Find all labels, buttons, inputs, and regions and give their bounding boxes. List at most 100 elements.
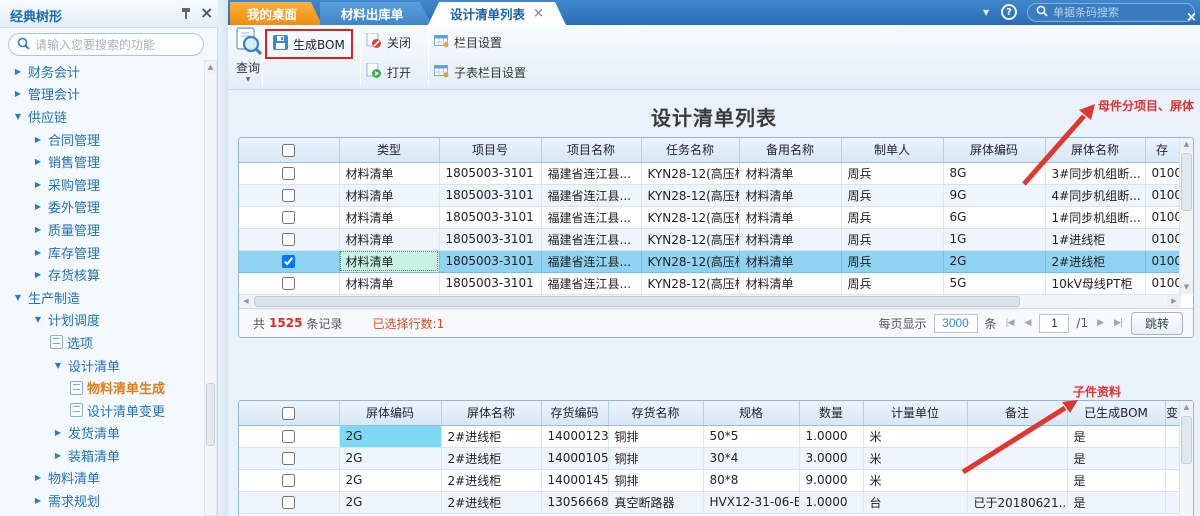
scroll-up-icon[interactable]: ▲ [1180, 138, 1193, 151]
cell[interactable]: 30*4 [703, 447, 799, 469]
cell[interactable]: 材料清单 [739, 250, 841, 272]
row-checkbox[interactable] [282, 474, 295, 487]
scroll-up-icon[interactable]: ▲ [205, 61, 216, 74]
row-checkbox[interactable] [282, 233, 295, 246]
cell[interactable]: 80*8 [703, 469, 799, 491]
cell[interactable]: 米 [863, 425, 967, 447]
column-header[interactable]: 已生成BOM [1067, 401, 1165, 425]
sidebar-item[interactable]: ▶销售管理 [0, 150, 203, 173]
cell[interactable]: 材料清单 [339, 184, 439, 206]
cell[interactable]: 米 [863, 447, 967, 469]
sidebar-item[interactable]: ▼设计清单 [0, 354, 203, 377]
per-page-input[interactable] [934, 314, 978, 333]
row-checkbox[interactable] [282, 167, 295, 180]
scrollbar-thumb[interactable] [254, 296, 1020, 307]
cell[interactable]: 50*5 [703, 425, 799, 447]
cell[interactable]: 1#进线柜 [1045, 228, 1145, 250]
cell[interactable]: 1805003-3101 [439, 162, 541, 184]
cell[interactable]: 13056668 [541, 491, 608, 513]
cell[interactable]: 周兵 [841, 228, 943, 250]
cell[interactable] [967, 447, 1067, 469]
cell[interactable]: 周兵 [841, 272, 943, 294]
column-header[interactable]: 规格 [703, 401, 799, 425]
cell[interactable]: 材料清单 [339, 228, 439, 250]
column-header[interactable]: 变 [1165, 401, 1179, 425]
tab-design-list[interactable]: 设计清单列表× [428, 2, 566, 25]
cell[interactable]: 已于20180621... [967, 491, 1067, 513]
table-row[interactable]: 材料清单1805003-3101福建省连江县...KYN28-12(高压柜)材料… [239, 184, 1179, 206]
table-row[interactable]: 2G2#进线柜14000145铜排80*89.0000米是 [239, 469, 1179, 491]
jump-button[interactable]: 跳转 [1131, 312, 1183, 335]
cell[interactable]: 9.0000 [799, 469, 863, 491]
cell[interactable]: 是 [1067, 491, 1165, 513]
select-all-header[interactable] [239, 138, 339, 162]
cell[interactable]: 周兵 [841, 250, 943, 272]
close-icon[interactable]: × [1186, 10, 1197, 25]
column-header[interactable]: 备用名称 [739, 138, 841, 162]
column-header[interactable]: 制单人 [841, 138, 943, 162]
page-input[interactable] [1039, 314, 1069, 333]
cell[interactable]: 010008 [1145, 250, 1179, 272]
sidebar-item[interactable]: ▼生产制造 [0, 286, 203, 309]
next-page-icon[interactable]: ▶ [1095, 318, 1105, 328]
sidebar-item[interactable]: ▶物料清单 [0, 467, 203, 490]
cell[interactable]: 材料清单 [339, 206, 439, 228]
sidebar-search-input[interactable] [35, 38, 195, 52]
column-header[interactable]: 计量单位 [863, 401, 967, 425]
cell[interactable]: 材料清单 [739, 162, 841, 184]
sidebar-item[interactable]: 选项 [0, 331, 203, 354]
help-icon[interactable]: ? [1001, 4, 1017, 20]
close-list-button[interactable]: 关闭 [366, 33, 411, 51]
cell[interactable]: 1.0000 [799, 425, 863, 447]
cell[interactable]: 1#同步机组断... [1045, 206, 1145, 228]
column-header[interactable]: 项目号 [439, 138, 541, 162]
cell[interactable]: 2G [339, 447, 441, 469]
cell[interactable]: 2#进线柜 [441, 469, 541, 491]
chevron-down-icon[interactable]: ▼ [983, 8, 989, 17]
cell[interactable]: 5G [943, 272, 1045, 294]
column-header[interactable]: 类型 [339, 138, 439, 162]
tab-close-icon[interactable]: × [533, 6, 544, 21]
cell[interactable]: 是 [1067, 447, 1165, 469]
cell[interactable]: 9G [943, 184, 1045, 206]
cell[interactable]: HVX12-31-06-E [703, 491, 799, 513]
cell[interactable]: 8G [943, 162, 1045, 184]
cell[interactable]: 3.0000 [799, 447, 863, 469]
last-page-icon[interactable]: ▶| [1112, 318, 1124, 328]
sidebar-splitter[interactable] [218, 0, 228, 516]
cell[interactable]: 福建省连江县... [541, 162, 641, 184]
column-header[interactable]: 屏体编码 [943, 138, 1045, 162]
cell[interactable]: 1.0000 [799, 491, 863, 513]
column-header[interactable]: 存 [1145, 138, 1179, 162]
cell[interactable]: 1805003-3101 [439, 206, 541, 228]
table-row[interactable]: 2G2#进线柜13056668真空断路器HVX12-31-06-E1.0000台… [239, 491, 1179, 513]
scroll-right-icon[interactable]: ▶ [1167, 295, 1181, 308]
cell[interactable]: 福建省连江县... [541, 184, 641, 206]
cell[interactable]: 材料清单 [339, 162, 439, 184]
cell[interactable]: 2G [943, 250, 1045, 272]
cell[interactable]: 周兵 [841, 184, 943, 206]
cell[interactable]: 米 [863, 469, 967, 491]
barcode-search-input[interactable] [1053, 7, 1163, 19]
sidebar-item[interactable]: ▶财务会计 [0, 60, 203, 83]
first-page-icon[interactable]: |◀ [1004, 318, 1016, 328]
cell[interactable]: KYN28-12(高压柜) [641, 250, 739, 272]
cell[interactable]: KYN28-12(高压柜) [641, 206, 739, 228]
generate-bom-button[interactable]: 生成BOM [265, 29, 353, 59]
pin-icon[interactable] [180, 7, 192, 23]
cell[interactable]: 材料清单 [339, 272, 439, 294]
cell[interactable] [967, 425, 1067, 447]
select-all-header[interactable] [239, 401, 339, 425]
cell[interactable]: 福建省连江县... [541, 272, 641, 294]
row-checkbox[interactable] [282, 496, 295, 509]
sidebar-item[interactable]: ▶委外管理 [0, 196, 203, 219]
sidebar-item[interactable]: ▶库存管理 [0, 241, 203, 264]
cell[interactable]: 1805003-3101 [439, 250, 541, 272]
cell[interactable]: 周兵 [841, 162, 943, 184]
select-all-checkbox[interactable] [282, 144, 295, 157]
cell[interactable]: 1805003-3101 [439, 272, 541, 294]
cell[interactable]: KYN28-12(高压柜) [641, 162, 739, 184]
cell[interactable] [967, 469, 1067, 491]
sidebar-item[interactable]: ▶发货清单 [0, 422, 203, 445]
open-list-button[interactable]: 打开 [366, 63, 411, 81]
